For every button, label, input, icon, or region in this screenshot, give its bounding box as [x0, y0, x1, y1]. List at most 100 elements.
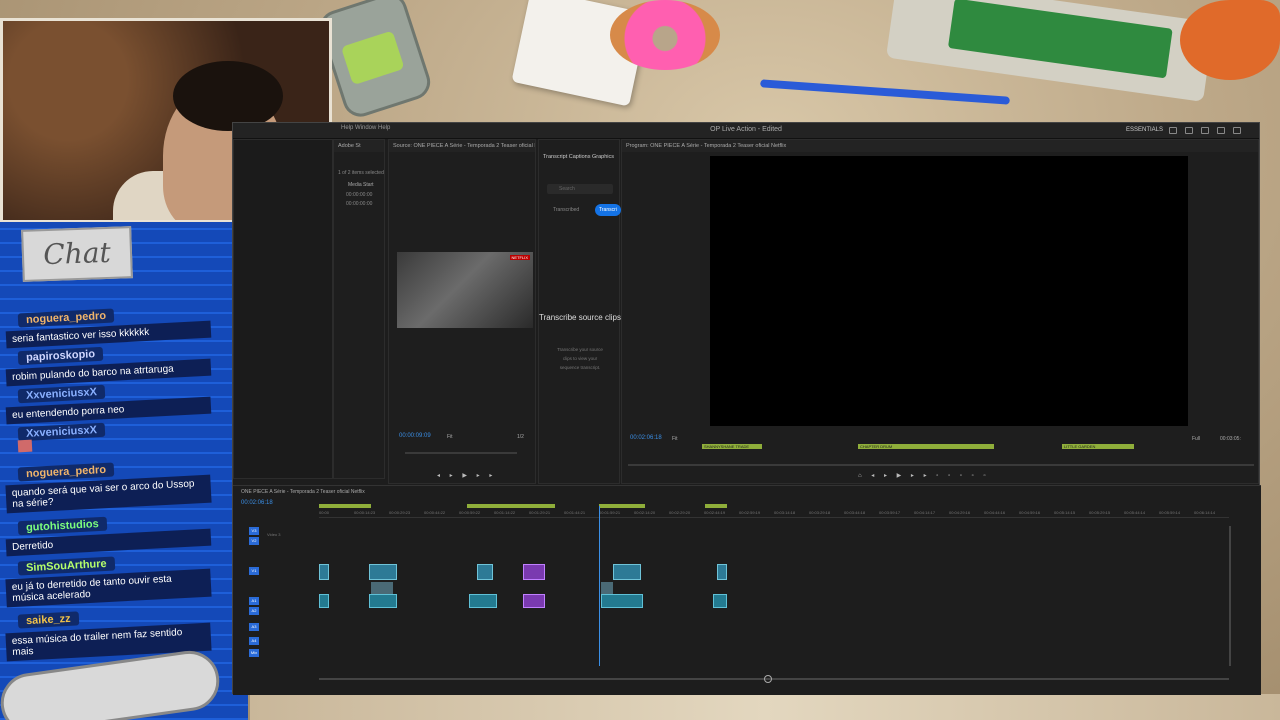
timeline-marker[interactable]: [599, 504, 645, 508]
audio-clip[interactable]: [319, 594, 329, 608]
audio-clip[interactable]: [713, 594, 727, 608]
stream-overlay: Chat noguera_pedro seria fantastico ver i…: [0, 0, 1280, 720]
track-header[interactable]: A3: [233, 622, 319, 632]
track-header[interactable]: V1: [233, 566, 319, 576]
emote-icon: [17, 439, 33, 453]
chat-username: SimSouArthure: [17, 556, 115, 576]
fullscreen-icon[interactable]: [1233, 127, 1241, 134]
playhead[interactable]: [599, 506, 600, 666]
ruler-tick-label: 00:05:44:14: [1124, 510, 1146, 515]
transcript-heading: Transcribe source clips: [539, 313, 621, 322]
transcribe-button[interactable]: Transcri: [595, 204, 621, 216]
program-scrub-bar[interactable]: [628, 464, 1254, 466]
project-tab[interactable]: Adobe St: [334, 140, 384, 152]
track-target-toggle[interactable]: A2: [249, 607, 259, 615]
timeline-vertical-scrollbar[interactable]: [1229, 526, 1231, 666]
audio-clip[interactable]: [523, 594, 545, 608]
chat-username: XxveniciusxX: [17, 422, 106, 442]
keyboard-green-decoration: [947, 0, 1173, 79]
chat-username: papiroskopio: [17, 346, 104, 366]
transcript-search-input[interactable]: Search: [547, 184, 613, 194]
source-resolution-select[interactable]: 1/2: [517, 434, 524, 440]
timeline-marker[interactable]: [705, 504, 727, 508]
timeline-marker[interactable]: [467, 504, 555, 508]
source-fit-select[interactable]: Fit: [447, 434, 453, 440]
timeline-tracks[interactable]: [319, 522, 1229, 662]
video-clip[interactable]: [477, 564, 493, 580]
track-header[interactable]: A4: [233, 636, 319, 646]
program-quality-select[interactable]: Full: [1192, 436, 1200, 442]
chat-username: gutohistudios: [17, 516, 108, 536]
video-clip[interactable]: [613, 564, 641, 580]
video-clip[interactable]: [523, 564, 545, 580]
source-monitor-title[interactable]: Source: ONE PIECE A Série - Temporada 2 …: [389, 140, 535, 152]
sequence-tab[interactable]: ONE PIECE A Série - Temporada 2 Teaser o…: [241, 489, 365, 495]
timeline-timecode[interactable]: 00:02:06:18: [241, 500, 273, 506]
zoom-handle[interactable]: [764, 675, 772, 683]
track-target-toggle[interactable]: A4: [249, 637, 259, 645]
track-target-toggle[interactable]: V2: [249, 537, 259, 545]
project-panel: Adobe St 1 of 2 items selected Media Sta…: [333, 139, 385, 479]
chat-panel: Chat noguera_pedro seria fantastico ver i…: [0, 222, 248, 720]
track-header[interactable]: V3: [233, 526, 319, 536]
audio-clip[interactable]: [469, 594, 497, 608]
program-timecode[interactable]: 00:02:06:18: [630, 435, 662, 441]
track-target-toggle[interactable]: V3: [249, 527, 259, 535]
ruler-tick-label: 00:03:44:18: [844, 510, 866, 515]
video-clip[interactable]: [369, 564, 397, 580]
media-start-header[interactable]: Media Start: [348, 182, 374, 188]
video-clip[interactable]: [717, 564, 727, 580]
chat-username: saike_zz: [17, 611, 79, 629]
ruler-tick-label: 00:06:14:14: [1194, 510, 1216, 515]
retro-phone-decoration: [315, 0, 435, 122]
panels-icon[interactable]: [1201, 127, 1209, 134]
chat-message: saike_zz essa música do trailer nem faz s…: [0, 610, 230, 662]
track-target-toggle[interactable]: A1: [249, 597, 259, 605]
ruler-tick-label: 00:00:59:22: [459, 510, 481, 515]
media-start-value: 00:00:00:00: [346, 201, 373, 207]
audio-clip[interactable]: [601, 594, 643, 608]
ruler-tick-label: 00:00: [319, 510, 330, 515]
program-fit-select[interactable]: Fit: [672, 436, 678, 442]
ruler-tick-label: 00:00:14:23: [354, 510, 376, 515]
timeline-zoom-scrollbar[interactable]: [319, 675, 1229, 683]
ruler-tick-label: 00:04:59:16: [1019, 510, 1041, 515]
keyboard-decoration: [885, 0, 1215, 102]
track-target-toggle[interactable]: V1: [249, 567, 259, 575]
track-target-toggle[interactable]: A3: [249, 623, 259, 631]
source-timecode[interactable]: 00:00:09:09: [399, 433, 431, 439]
track-header[interactable]: A2: [233, 606, 319, 616]
workspace-label[interactable]: ESSENTIALS: [1126, 127, 1163, 133]
track-header[interactable]: Mix: [233, 648, 319, 658]
chat-message: gutohistudios Derretido: [0, 516, 230, 557]
program-marker[interactable]: CHAPTER DRUM: [858, 444, 994, 449]
timeline-ruler[interactable]: 00:00 00:00:14:23 00:00:29:23 00:00:44:22 00…: [319, 504, 1229, 518]
timeline-panel: ONE PIECE A Série - Temporada 2 Teaser o…: [233, 485, 1261, 695]
source-transport-controls[interactable]: ◂ ▸ ▶ ▸ ▸: [437, 472, 496, 479]
track-header[interactable]: V2: [233, 536, 319, 546]
chat-username: noguera_pedro: [17, 462, 115, 482]
source-scrub-bar[interactable]: [405, 452, 517, 454]
ruler-tick-label: 00:03:14:18: [774, 510, 796, 515]
pizza-decoration: [1180, 0, 1280, 80]
share-icon[interactable]: [1185, 127, 1193, 134]
media-start-value: 00:00:00:00: [346, 192, 373, 198]
chat-title: Chat: [21, 226, 133, 282]
ruler-tick-label: 00:01:44:21: [564, 510, 586, 515]
chat-bubble-icon[interactable]: [1217, 127, 1225, 134]
ruler-tick-label: 00:04:14:17: [914, 510, 936, 515]
ruler-tick-label: 00:04:29:16: [949, 510, 971, 515]
program-marker[interactable]: LITTLE GARDEN: [1062, 444, 1134, 449]
timeline-marker[interactable]: [319, 504, 371, 508]
track-header[interactable]: A1: [233, 596, 319, 606]
left-panel: [233, 139, 333, 479]
audio-clip[interactable]: [369, 594, 397, 608]
video-clip[interactable]: [319, 564, 329, 580]
home-icon[interactable]: [1169, 127, 1177, 134]
text-panel-tabs[interactable]: Transcript Captions Graphics: [543, 154, 614, 160]
ruler-tick-label: 00:05:14:15: [1054, 510, 1076, 515]
program-monitor-title[interactable]: Program: ONE PIECE A Série - Temporada 2…: [622, 140, 1258, 152]
program-transport-controls[interactable]: ⌂ ◂ ▸ ▶ ▸ ▸ ▫ ▫ ▫ ▫ ▫: [858, 472, 990, 479]
track-target-toggle[interactable]: Mix: [249, 649, 259, 657]
program-marker[interactable]: SHANNYSHANE TRADE: [702, 444, 762, 449]
